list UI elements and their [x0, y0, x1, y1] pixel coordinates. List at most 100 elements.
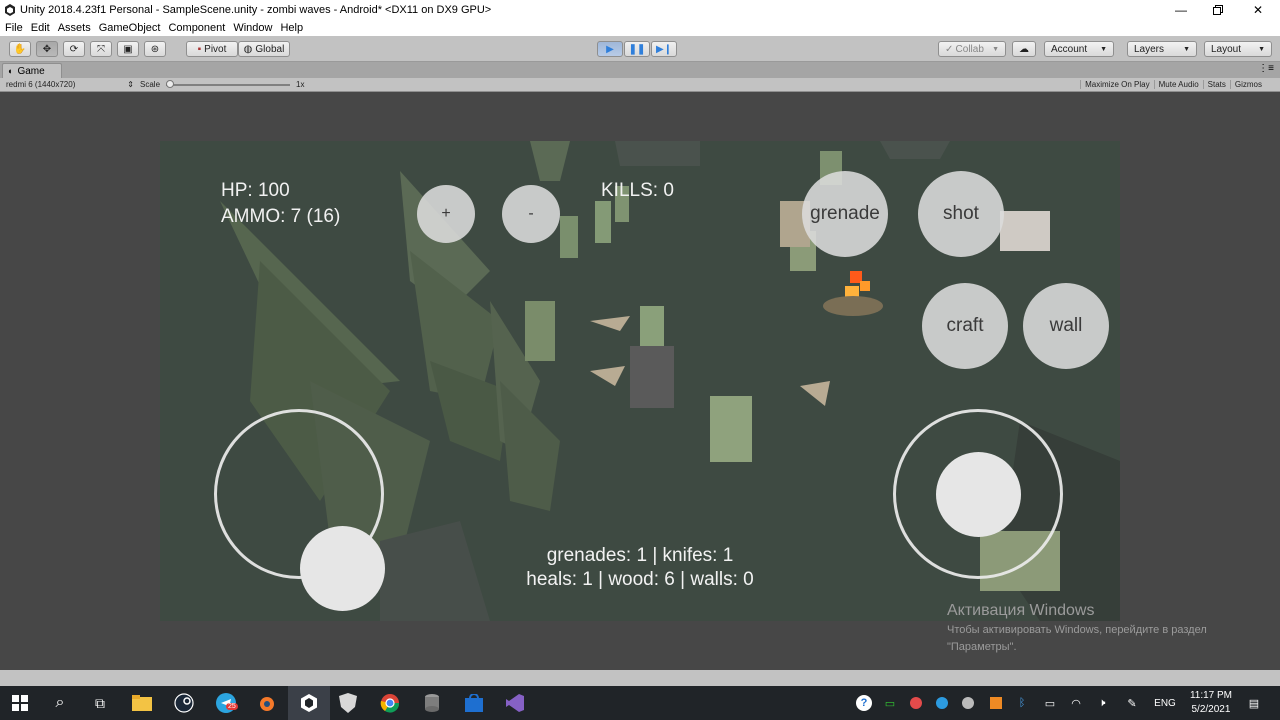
- rect-tool-button[interactable]: ▣: [117, 41, 139, 57]
- blender-button[interactable]: [254, 691, 278, 715]
- scale-slider-handle[interactable]: [166, 80, 174, 88]
- minimize-button[interactable]: —: [1163, 0, 1199, 20]
- database-app-button[interactable]: [420, 691, 444, 715]
- database-icon: [425, 694, 439, 712]
- game-render: HP: 100 AMMO: 7 (16) KILLS: 0 + - grenad…: [160, 141, 1120, 621]
- help-tray-icon[interactable]: ?: [856, 695, 872, 711]
- windows-logo-icon: [12, 695, 28, 711]
- layers-label: Layers: [1134, 43, 1165, 55]
- transform-icon: ⊛: [150, 43, 160, 55]
- ammo-label: AMMO: 7 (16): [221, 206, 341, 227]
- telegram-button[interactable]: 25: [214, 691, 238, 715]
- account-label: Account: [1051, 43, 1088, 55]
- transform-tool-button[interactable]: ⊛: [144, 41, 166, 57]
- hand-tool-button[interactable]: ✋: [9, 41, 31, 57]
- clock-date: 5/2/2021: [1191, 704, 1231, 715]
- scale-slider-track[interactable]: [166, 84, 290, 86]
- menu-help[interactable]: Help: [280, 22, 303, 34]
- unity-taskbar-button[interactable]: [297, 691, 321, 715]
- visual-studio-button[interactable]: [503, 691, 527, 715]
- search-button[interactable]: ⌕: [48, 691, 72, 715]
- minus-button[interactable]: -: [502, 185, 560, 243]
- wifi-tray-icon[interactable]: ◠: [1068, 695, 1084, 711]
- pivot-toggle[interactable]: ▪ Pivot: [186, 41, 238, 57]
- folder-icon: [132, 695, 152, 711]
- aim-joystick-knob[interactable]: [936, 452, 1021, 537]
- task-view-button[interactable]: ⧉: [88, 691, 112, 715]
- craft-button[interactable]: craft: [922, 283, 1008, 369]
- pause-icon: ❚❚: [628, 43, 646, 55]
- move-joystick-knob[interactable]: [300, 526, 385, 611]
- step-icon: ▶❙: [655, 43, 673, 55]
- visual-studio-icon: [506, 694, 524, 712]
- account-dropdown[interactable]: Account ▼: [1044, 41, 1114, 57]
- window-titlebar: Unity 2018.4.23f1 Personal - SampleScene…: [0, 0, 1280, 20]
- hand-icon: ✋: [13, 43, 27, 55]
- window-title: Unity 2018.4.23f1 Personal - SampleScene…: [20, 4, 492, 16]
- shield-app-button[interactable]: [336, 691, 360, 715]
- volume-tray-icon[interactable]: 🕨: [1094, 695, 1110, 711]
- shot-button[interactable]: shot: [918, 171, 1004, 257]
- menu-assets[interactable]: Assets: [58, 22, 91, 34]
- chevron-down-icon: ▼: [1100, 45, 1107, 53]
- layers-dropdown[interactable]: Layers ▼: [1127, 41, 1197, 57]
- panel-tab-bar: ◖ Game ⋮≡: [0, 62, 1280, 78]
- app-tray-icon-2[interactable]: [934, 695, 950, 711]
- notification-icon: ▤: [1248, 697, 1260, 710]
- start-button[interactable]: [8, 691, 32, 715]
- chrome-button[interactable]: [378, 691, 402, 715]
- steam-button[interactable]: [172, 691, 196, 715]
- pause-button[interactable]: ❚❚: [624, 41, 650, 57]
- bluetooth-tray-icon[interactable]: ᛒ: [1014, 695, 1030, 711]
- panel-menu-icon[interactable]: ⋮≡: [1258, 63, 1274, 74]
- grenade-button[interactable]: grenade: [802, 171, 888, 257]
- clock[interactable]: 11:17 PM 5/2/2021: [1190, 689, 1232, 717]
- telegram-badge: 25: [226, 703, 238, 710]
- wall-button[interactable]: wall: [1023, 283, 1109, 369]
- play-icon: ▶: [606, 43, 614, 55]
- inventory-line-1: grenades: 1 | knifes: 1: [546, 545, 734, 566]
- app-tray-icon-3[interactable]: [960, 695, 976, 711]
- stats-toggle[interactable]: Stats: [1202, 80, 1230, 89]
- store-app-button[interactable]: [462, 691, 486, 715]
- game-view-controls: redmi 6 (1440x720) ⇕ Scale 1x Maximize On…: [0, 78, 1280, 92]
- menu-component[interactable]: Component: [168, 22, 225, 34]
- scale-tool-button[interactable]: ⤧: [90, 41, 112, 57]
- app-tray-icon-1[interactable]: [908, 695, 924, 711]
- layout-dropdown[interactable]: Layout ▼: [1204, 41, 1272, 57]
- task-view-icon: ⧉: [95, 694, 105, 711]
- chevron-down-icon: ▼: [992, 45, 999, 53]
- pen-tray-icon[interactable]: ✎: [1124, 695, 1140, 711]
- close-button[interactable]: ✕: [1240, 0, 1276, 20]
- blender-icon: [260, 697, 274, 711]
- rect-icon: ▣: [123, 43, 133, 55]
- menu-gameobject[interactable]: GameObject: [99, 22, 161, 34]
- restore-icon: [1213, 5, 1223, 15]
- layout-label: Layout: [1211, 43, 1242, 55]
- battery-tray-icon[interactable]: ▭: [1042, 695, 1058, 711]
- menu-edit[interactable]: Edit: [31, 22, 50, 34]
- global-toggle[interactable]: ◍ Global: [238, 41, 290, 57]
- rotate-tool-button[interactable]: ⟳: [63, 41, 85, 57]
- notifications-button[interactable]: ▤: [1246, 695, 1262, 711]
- collab-dropdown[interactable]: ✓ Collab ▼: [938, 41, 1006, 57]
- play-button[interactable]: ▶: [597, 41, 623, 57]
- collab-check-icon: ✓: [945, 43, 954, 55]
- camera-tray-icon[interactable]: ▭: [882, 695, 898, 711]
- app-tray-icon-4[interactable]: [988, 695, 1004, 711]
- plus-button[interactable]: +: [417, 185, 475, 243]
- cloud-button[interactable]: ☁: [1012, 41, 1036, 57]
- globe-icon: ◍: [243, 43, 253, 55]
- resolution-dropdown[interactable]: redmi 6 (1440x720) ⇕: [6, 80, 134, 89]
- menu-window[interactable]: Window: [233, 22, 272, 34]
- mute-audio-toggle[interactable]: Mute Audio: [1153, 80, 1203, 89]
- step-button[interactable]: ▶❙: [651, 41, 677, 57]
- maximize-on-play-toggle[interactable]: Maximize On Play: [1080, 80, 1153, 89]
- menu-file[interactable]: File: [5, 22, 23, 34]
- file-explorer-button[interactable]: [130, 691, 154, 715]
- language-indicator[interactable]: ENG: [1152, 695, 1178, 711]
- tab-game[interactable]: ◖ Game: [2, 63, 62, 78]
- gizmos-dropdown[interactable]: Gizmos: [1229, 80, 1266, 89]
- move-tool-button[interactable]: ✥: [36, 41, 58, 57]
- maximize-button[interactable]: [1200, 0, 1236, 20]
